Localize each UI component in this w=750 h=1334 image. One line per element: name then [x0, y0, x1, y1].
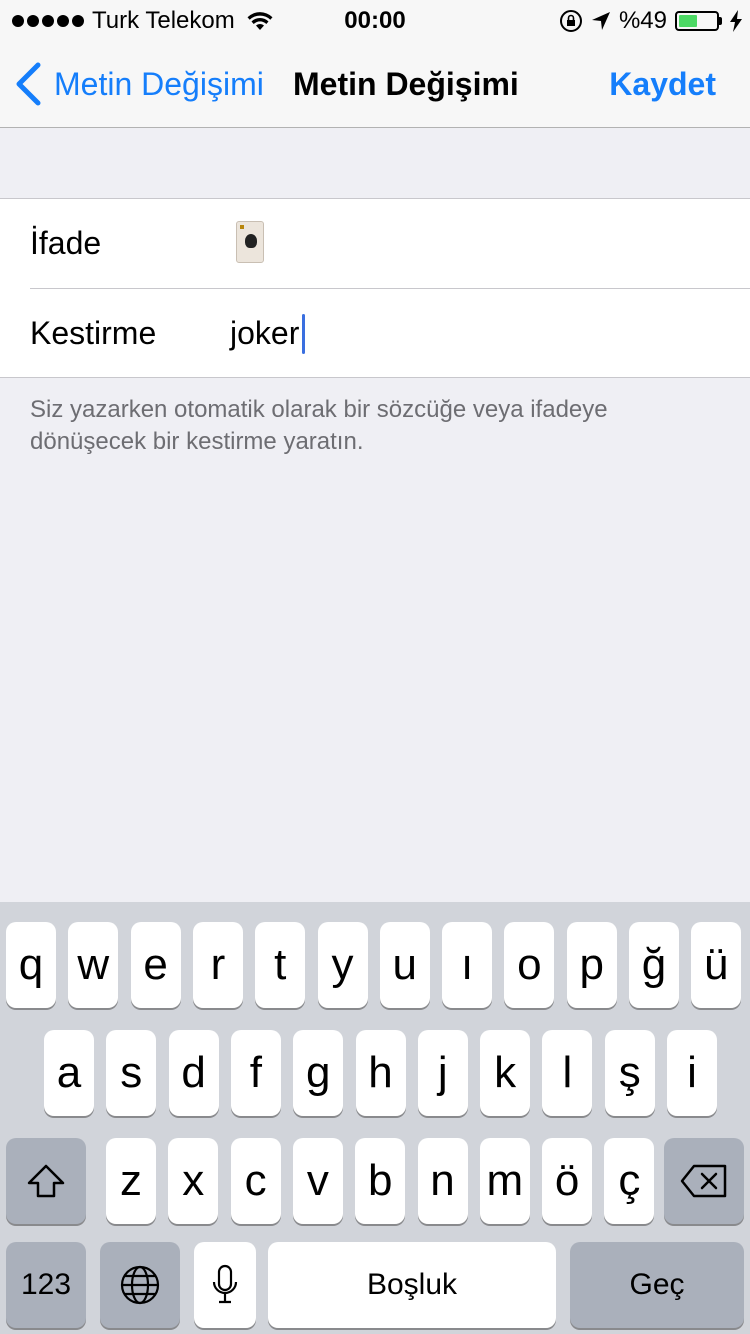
battery-percentage: %49	[618, 7, 667, 34]
space-key[interactable]: Boşluk	[268, 1242, 556, 1328]
status-bar: Turk Telekom 00:00 %49	[0, 0, 750, 40]
replacement-form: İfade Kestirme joker	[0, 198, 750, 378]
chevron-left-icon	[16, 62, 41, 106]
footer-note: Siz yazarken otomatik olarak bir sözcüğe…	[30, 396, 608, 455]
battery-icon	[675, 11, 722, 31]
key-ı[interactable]: ı	[442, 922, 493, 1008]
key-o[interactable]: o	[504, 922, 555, 1008]
key-u[interactable]: u	[379, 922, 430, 1008]
key-ü[interactable]: ü	[691, 922, 742, 1008]
page-title: Metin Değişimi	[293, 66, 519, 102]
key-w[interactable]: w	[68, 922, 119, 1008]
key-ş[interactable]: ş	[604, 1030, 655, 1116]
delete-key[interactable]	[664, 1138, 744, 1224]
key-r[interactable]: r	[192, 922, 243, 1008]
rotation-lock-icon	[559, 10, 582, 32]
keyboard: qwertyuıopğü asdfghjklşi zxcvbnmöç 123 B…	[0, 902, 750, 1334]
key-i[interactable]: i	[667, 1030, 717, 1116]
shortcut-row[interactable]: Kestirme joker	[0, 289, 750, 379]
key-ğ[interactable]: ğ	[629, 922, 679, 1008]
phrase-row[interactable]: İfade	[0, 199, 750, 289]
shortcut-label: Kestirme	[30, 315, 157, 351]
key-t[interactable]: t	[255, 922, 306, 1008]
key-h[interactable]: h	[355, 1030, 406, 1116]
key-p[interactable]: p	[566, 922, 617, 1008]
navigation-bar: Metin Değişimi Metin Değişimi Kaydet	[0, 40, 750, 128]
back-label: Metin Değişimi	[54, 65, 264, 102]
return-key[interactable]: Geç	[570, 1242, 744, 1328]
phrase-label: İfade	[30, 225, 102, 261]
key-m[interactable]: m	[479, 1138, 530, 1224]
shift-icon	[27, 1164, 65, 1198]
key-k[interactable]: k	[480, 1030, 531, 1116]
microphone-key[interactable]	[194, 1242, 256, 1328]
key-f[interactable]: f	[230, 1030, 281, 1116]
key-ç[interactable]: ç	[604, 1138, 655, 1224]
key-v[interactable]: v	[292, 1138, 343, 1224]
key-n[interactable]: n	[417, 1138, 468, 1224]
key-q[interactable]: q	[6, 922, 56, 1008]
charging-bolt-icon	[730, 10, 742, 32]
key-e[interactable]: e	[130, 922, 181, 1008]
key-c[interactable]: c	[230, 1138, 281, 1224]
save-button[interactable]: Kaydet	[609, 66, 716, 103]
shortcut-input[interactable]: joker	[230, 315, 299, 352]
key-g[interactable]: g	[293, 1030, 344, 1116]
globe-key[interactable]	[100, 1242, 180, 1328]
key-z[interactable]: z	[106, 1138, 156, 1224]
globe-icon	[120, 1265, 160, 1305]
key-x[interactable]: x	[168, 1138, 219, 1224]
back-button[interactable]: Metin Değişimi	[14, 62, 264, 106]
key-d[interactable]: d	[168, 1030, 219, 1116]
key-s[interactable]: s	[106, 1030, 157, 1116]
key-a[interactable]: a	[44, 1030, 94, 1116]
key-j[interactable]: j	[417, 1030, 468, 1116]
location-icon	[591, 12, 610, 30]
key-y[interactable]: y	[317, 922, 368, 1008]
text-cursor	[302, 314, 305, 354]
key-b[interactable]: b	[355, 1138, 406, 1224]
shift-key[interactable]	[6, 1138, 86, 1224]
key-l[interactable]: l	[542, 1030, 593, 1116]
joker-card-icon	[236, 221, 264, 263]
microphone-icon	[212, 1264, 238, 1304]
key-ö[interactable]: ö	[542, 1138, 593, 1224]
backspace-icon	[680, 1164, 727, 1198]
numbers-key[interactable]: 123	[6, 1242, 86, 1328]
